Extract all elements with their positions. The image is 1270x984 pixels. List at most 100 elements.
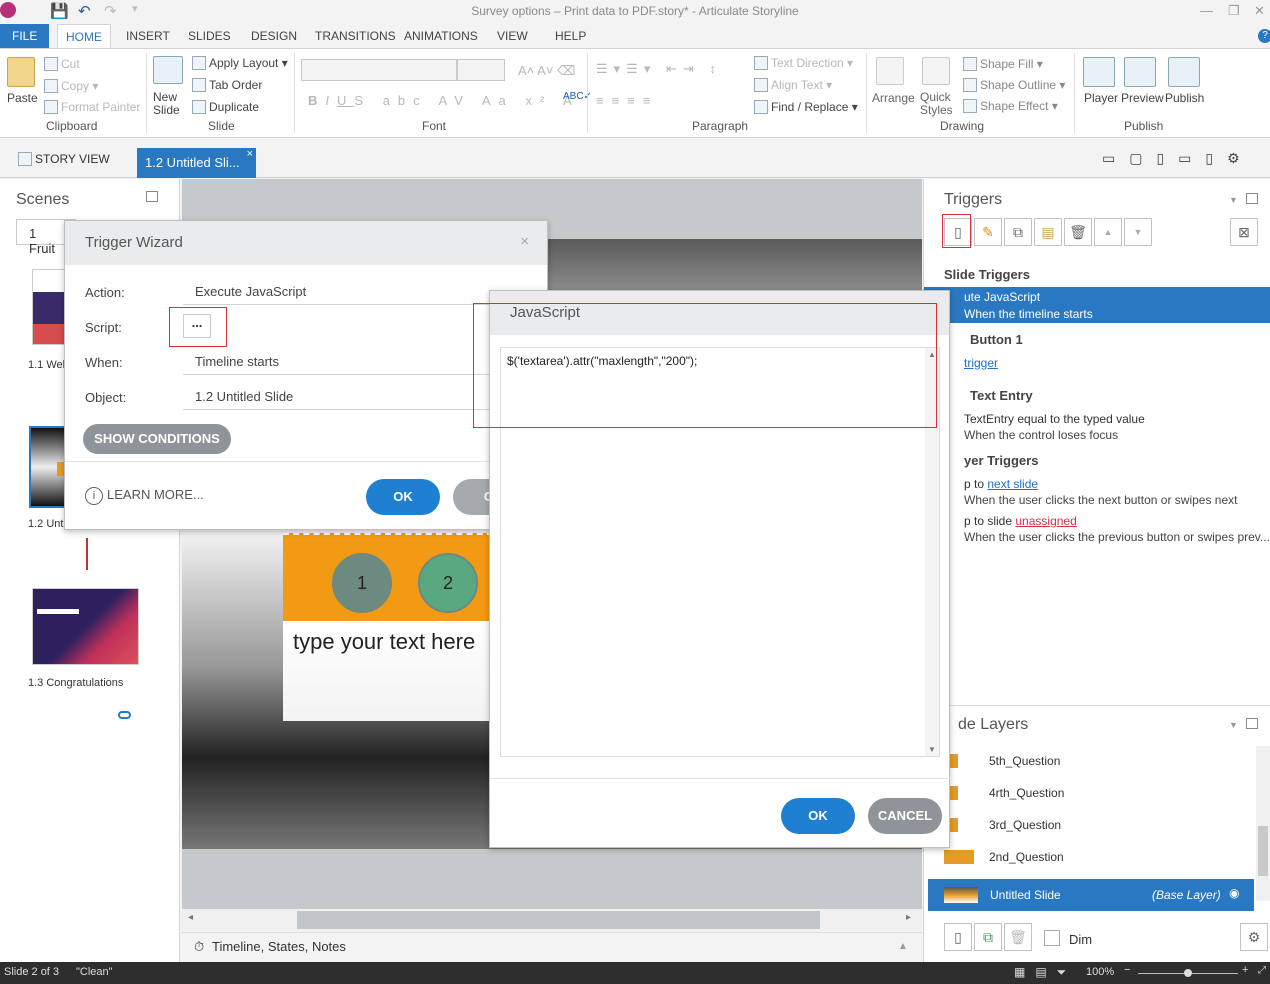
scroll-down-icon[interactable]: ▼ bbox=[928, 745, 936, 754]
trigger-action[interactable]: TextEntry equal to the typed value bbox=[964, 412, 1145, 426]
player-trigger-next[interactable]: p to next slide bbox=[964, 477, 1038, 491]
manage-variables-button[interactable]: ⊠ bbox=[1230, 218, 1258, 246]
slide-thumbnail[interactable] bbox=[32, 269, 67, 345]
quick-styles-button[interactable]: Quick Styles bbox=[920, 91, 956, 117]
option-circle[interactable]: 2 bbox=[418, 553, 478, 613]
collapse-icon[interactable]: ▼ bbox=[1229, 195, 1238, 205]
slide-tab-active[interactable]: 1.2 Untitled Sli... × bbox=[137, 148, 256, 178]
scroll-thumb[interactable] bbox=[297, 911, 820, 929]
panel-popout-icon[interactable] bbox=[1246, 193, 1258, 204]
preview-button[interactable]: Preview bbox=[1121, 91, 1164, 105]
tab-animations[interactable]: ANIMATIONS bbox=[396, 24, 486, 48]
close-icon[interactable]: ✕ bbox=[1254, 3, 1265, 19]
text-entry-field[interactable]: type your text here bbox=[283, 621, 493, 721]
device-preview-icons[interactable]: ▭▢▯▭▯⚙ bbox=[1102, 150, 1254, 167]
font-style-buttons[interactable]: BIUS abc AV Aa x² A bbox=[308, 93, 580, 108]
align-buttons[interactable]: ≡≡≡≡ bbox=[596, 93, 658, 108]
action-select[interactable]: Execute JavaScript bbox=[183, 279, 531, 305]
edit-trigger-button[interactable]: ✎ bbox=[974, 218, 1002, 246]
close-tab-icon[interactable]: × bbox=[247, 148, 253, 160]
layer-row[interactable]: 3rd_Question bbox=[944, 810, 1254, 840]
scroll-right-icon[interactable]: ▸ bbox=[906, 912, 911, 923]
tab-view[interactable]: VIEW bbox=[489, 24, 536, 48]
unassigned-link[interactable]: unassigned bbox=[1015, 514, 1076, 528]
next-slide-link[interactable]: next slide bbox=[987, 477, 1038, 491]
move-down-button[interactable]: ▼ bbox=[1124, 218, 1152, 246]
tab-home[interactable]: HOME bbox=[57, 24, 111, 48]
cut-button[interactable]: Cut bbox=[44, 57, 80, 71]
layer-row[interactable]: 4rth_Question bbox=[944, 778, 1254, 808]
fit-window-icon[interactable]: ⤢ bbox=[1258, 965, 1266, 976]
format-painter-button[interactable]: Format Painter bbox=[44, 100, 140, 114]
new-layer-button[interactable]: ▯ bbox=[944, 923, 972, 951]
shape-fill-button[interactable]: Shape Fill ▾ bbox=[963, 57, 1043, 71]
slide-thumbnail-selected[interactable] bbox=[29, 426, 67, 508]
tab-slides[interactable]: SLIDES bbox=[180, 24, 239, 48]
show-conditions-button[interactable]: SHOW CONDITIONS bbox=[83, 424, 231, 454]
delete-layer-button[interactable]: 🗑 bbox=[1004, 923, 1032, 951]
duplicate-button[interactable]: Duplicate bbox=[192, 100, 259, 114]
add-trigger-link[interactable]: trigger bbox=[964, 356, 998, 370]
panel-popout-icon[interactable] bbox=[1246, 718, 1258, 729]
visibility-eye-icon[interactable]: ◉ bbox=[1229, 886, 1239, 900]
tab-design[interactable]: DESIGN bbox=[243, 24, 305, 48]
move-up-button[interactable]: ▲ bbox=[1094, 218, 1122, 246]
expand-icon[interactable]: ▲ bbox=[898, 941, 908, 952]
layers-scrollbar[interactable] bbox=[1256, 746, 1270, 901]
learn-more-link[interactable]: i LEARN MORE... bbox=[85, 487, 204, 505]
find-replace-button[interactable]: Find / Replace ▾ bbox=[754, 100, 858, 114]
preview-icon[interactable] bbox=[1124, 57, 1156, 87]
paste-icon[interactable] bbox=[7, 57, 35, 87]
minimize-icon[interactable]: — bbox=[1200, 3, 1213, 18]
timeline-bar[interactable]: ⏱ Timeline, States, Notes ▲ bbox=[182, 932, 922, 960]
apply-layout-button[interactable]: Apply Layout ▾ bbox=[192, 56, 288, 70]
font-family-select[interactable] bbox=[301, 59, 457, 81]
arrange-button[interactable]: Arrange bbox=[872, 91, 915, 105]
paste-button[interactable]: Paste bbox=[7, 91, 38, 105]
arrange-icon[interactable] bbox=[876, 57, 904, 85]
publish-button[interactable]: Publish bbox=[1165, 91, 1204, 105]
new-slide-icon[interactable] bbox=[153, 56, 183, 84]
shape-effect-button[interactable]: Shape Effect ▾ bbox=[963, 99, 1058, 113]
tab-insert[interactable]: INSERT bbox=[118, 24, 178, 48]
copy-button[interactable]: Copy ▾ bbox=[44, 79, 98, 93]
ok-button[interactable]: OK bbox=[366, 479, 440, 515]
align-text-button[interactable]: Align Text ▾ bbox=[754, 78, 832, 92]
copy-trigger-button[interactable]: ⧉ bbox=[1004, 218, 1032, 246]
tab-file[interactable]: FILE bbox=[0, 24, 50, 48]
list-buttons[interactable]: ☰▾☰▾ ⇤⇥ ↕ bbox=[596, 61, 722, 77]
panel-popout-icon[interactable] bbox=[146, 191, 158, 202]
player-trigger-prev[interactable]: p to slide unassigned bbox=[964, 514, 1077, 528]
tab-order-button[interactable]: Tab Order bbox=[192, 78, 262, 92]
shape-outline-button[interactable]: Shape Outline ▾ bbox=[963, 78, 1065, 92]
paste-trigger-button[interactable]: ▤ bbox=[1034, 218, 1062, 246]
delete-trigger-button[interactable]: 🗑 bbox=[1064, 218, 1092, 246]
layer-settings-button[interactable]: ⚙ bbox=[1240, 923, 1268, 951]
collapse-icon[interactable]: ▼ bbox=[1229, 720, 1238, 730]
story-view-tab[interactable]: STORY VIEW bbox=[18, 152, 110, 166]
help-icon[interactable]: ? bbox=[1258, 29, 1270, 43]
tab-transitions[interactable]: TRANSITIONS bbox=[307, 24, 404, 48]
restore-icon[interactable]: ❐ bbox=[1228, 3, 1240, 19]
tab-help[interactable]: HELP bbox=[547, 24, 594, 48]
scroll-left-icon[interactable]: ◂ bbox=[188, 912, 193, 923]
player-button[interactable]: Player bbox=[1084, 91, 1118, 105]
zoom-out-icon[interactable]: − bbox=[1124, 964, 1130, 976]
layer-row[interactable]: 2nd_Question bbox=[944, 842, 1254, 872]
duplicate-layer-button[interactable]: ⧉ bbox=[974, 923, 1002, 951]
zoom-in-icon[interactable]: + bbox=[1242, 964, 1248, 976]
quick-styles-icon[interactable] bbox=[922, 57, 950, 85]
view-icons[interactable]: ▦▤⏷ bbox=[1014, 965, 1076, 980]
trigger-condition[interactable]: When the control loses focus bbox=[964, 428, 1118, 442]
font-size-buttons[interactable]: A˄ A˅ ⌫ bbox=[518, 63, 575, 79]
option-circle[interactable]: 1 bbox=[332, 553, 392, 613]
font-size-select[interactable] bbox=[457, 59, 505, 81]
layer-row[interactable]: 5th_Question bbox=[944, 746, 1254, 776]
slide-thumbnail[interactable] bbox=[32, 588, 139, 665]
close-icon[interactable]: × bbox=[520, 233, 529, 250]
text-direction-button[interactable]: Text Direction ▾ bbox=[754, 56, 853, 70]
trigger-item-selected[interactable]: ute JavaScript When the timeline starts bbox=[924, 287, 1270, 323]
dim-checkbox[interactable] bbox=[1044, 930, 1060, 946]
publish-icon[interactable] bbox=[1168, 57, 1200, 87]
ok-button[interactable]: OK bbox=[781, 798, 855, 834]
